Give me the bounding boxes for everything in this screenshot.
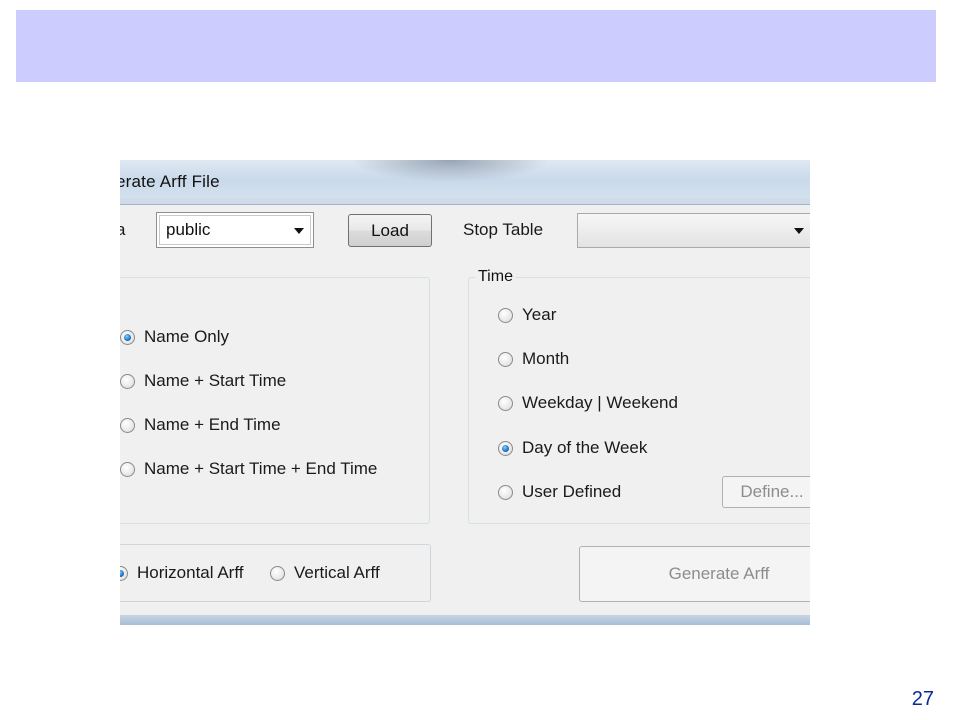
radio-icon — [120, 462, 135, 477]
stop-table-label: Stop Table — [463, 220, 544, 239]
slide-number: 27 — [911, 688, 934, 710]
name-options-group — [120, 277, 430, 524]
schema-value: public — [166, 220, 211, 239]
stop-table-dropdown[interactable] — [577, 213, 810, 248]
radio-selected-icon — [498, 441, 513, 456]
radio-icon — [120, 418, 135, 433]
generate-arff-button[interactable]: Generate Arff — [579, 546, 810, 602]
radio-icon — [498, 485, 513, 500]
chevron-down-icon — [294, 228, 304, 234]
generate-arff-window: erate Arff File a public Load Stop Table… — [120, 160, 810, 625]
radio-selected-icon — [120, 330, 135, 345]
radio-icon — [270, 566, 285, 581]
slide-title-banner — [16, 10, 936, 82]
radio-icon — [498, 308, 513, 323]
time-group-title: Time — [475, 268, 516, 286]
window-title: erate Arff File — [120, 172, 220, 191]
chevron-down-icon — [794, 228, 804, 234]
radio-icon — [498, 352, 513, 367]
radio-icon — [498, 396, 513, 411]
window-titlebar: erate Arff File — [120, 160, 810, 205]
radio-icon — [120, 374, 135, 389]
schema-label: a — [120, 220, 126, 239]
define-button[interactable]: Define... — [722, 476, 810, 508]
load-button[interactable]: Load — [348, 214, 432, 247]
schema-dropdown[interactable]: public — [156, 212, 314, 248]
